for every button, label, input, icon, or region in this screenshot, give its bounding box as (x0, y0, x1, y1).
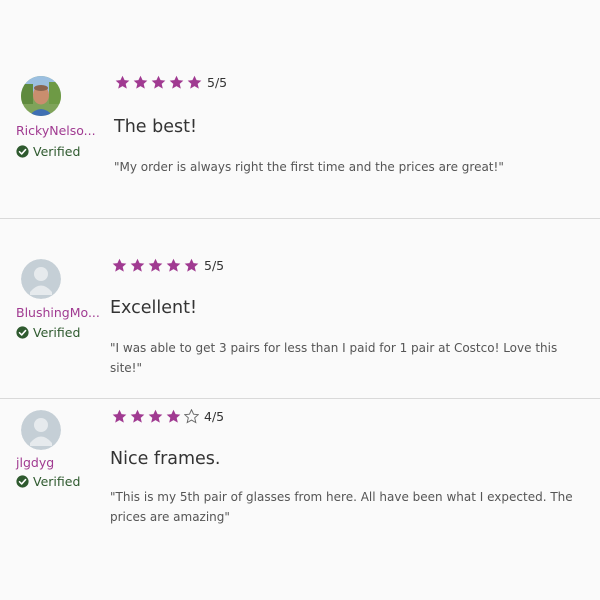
star-filled-icon (166, 409, 181, 423)
star-filled-icon (151, 75, 166, 89)
verified-label: Verified (33, 474, 81, 489)
star-filled-icon (184, 258, 199, 272)
review-body: "This is my 5th pair of glasses from her… (110, 490, 573, 524)
check-circle-icon (16, 326, 29, 339)
star-filled-icon (148, 258, 163, 272)
verified-badge: Verified (16, 474, 80, 489)
review-title: Nice frames. (110, 449, 221, 469)
verified-badge: Verified (16, 144, 80, 159)
reviews-page: RickyNelso... Verified 5/5 The best! "My… (0, 0, 600, 600)
user-avatar-photo[interactable] (21, 76, 61, 116)
star-filled-icon (130, 258, 145, 272)
star-filled-icon (133, 75, 148, 89)
star-filled-icon (187, 75, 202, 89)
verified-badge: Verified (16, 325, 80, 340)
star-filled-icon (148, 409, 163, 423)
star-filled-icon (169, 75, 184, 89)
star-empty-icon (184, 409, 199, 424)
review-card: RickyNelso... Verified 5/5 The best! "My… (0, 0, 600, 218)
rating-text: 4/5 (204, 409, 225, 424)
review-title: Excellent! (110, 298, 197, 318)
check-circle-icon (16, 475, 29, 488)
review-body: "I was able to get 3 pairs for less than… (110, 341, 558, 375)
default-user-icon[interactable] (21, 410, 61, 450)
review-card: jlgdyg Verified 4/5 Nice frames. "This i… (0, 399, 600, 600)
default-user-icon[interactable] (21, 259, 61, 299)
rating-text: 5/5 (204, 258, 225, 273)
verified-label: Verified (33, 325, 81, 340)
star-filled-icon (112, 258, 127, 272)
star-rating: 5/5 (115, 75, 227, 90)
star-filled-icon (166, 258, 181, 272)
star-rating: 4/5 (112, 409, 224, 424)
verified-label: Verified (33, 144, 81, 159)
review-card: BlushingMo... Verified 5/5 Excellent! "I… (0, 219, 600, 397)
review-username[interactable]: jlgdyg (16, 455, 54, 470)
star-filled-icon (112, 409, 127, 423)
star-filled-icon (130, 409, 145, 423)
star-rating: 5/5 (112, 258, 224, 273)
rating-text: 5/5 (207, 75, 228, 90)
star-filled-icon (115, 75, 130, 89)
check-circle-icon (16, 145, 29, 158)
review-username[interactable]: BlushingMo... (16, 305, 100, 320)
review-title: The best! (114, 117, 197, 137)
review-username[interactable]: RickyNelso... (16, 123, 96, 138)
review-body: "My order is always right the first time… (114, 160, 504, 174)
